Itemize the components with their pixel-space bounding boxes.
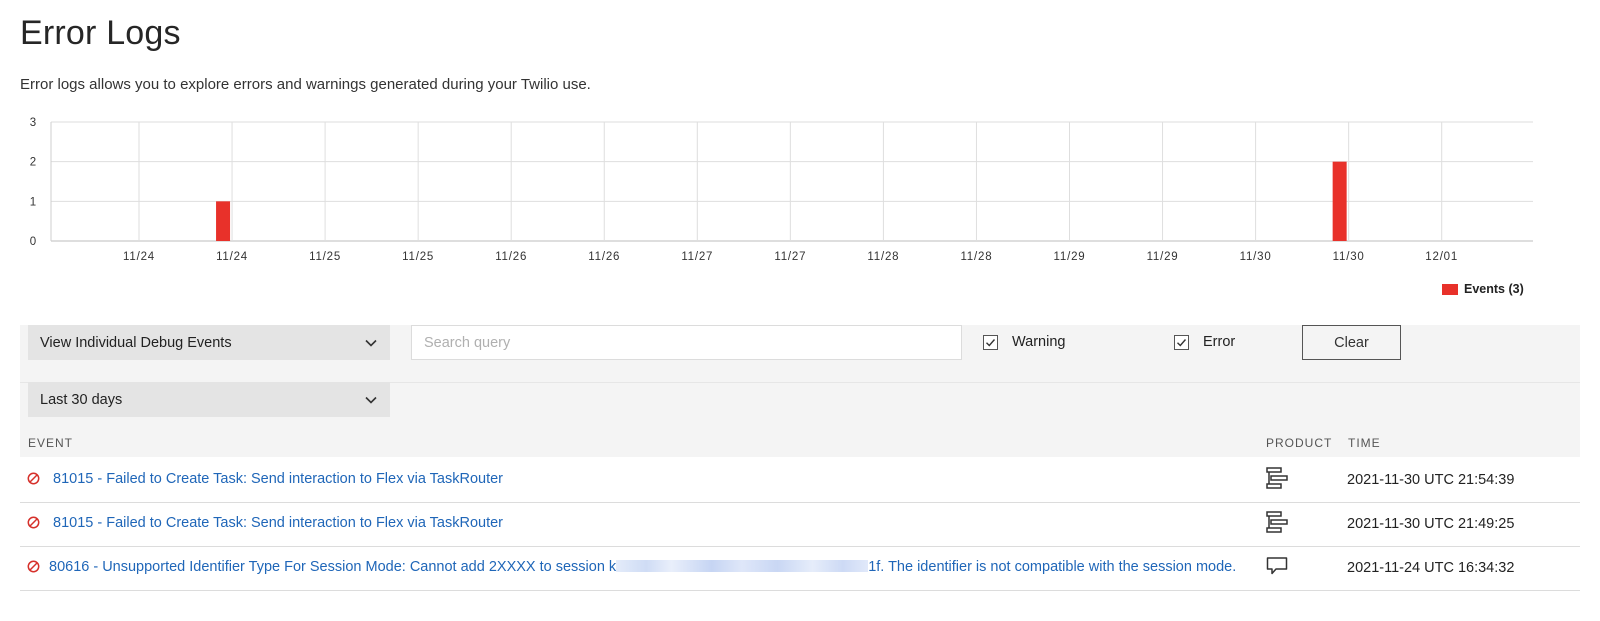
x-tick-label: 11/24 [216,251,248,263]
view-select-value: View Individual Debug Events [40,334,232,351]
x-tick-label: 11/25 [309,251,341,263]
chart-legend: Events (3) [1442,282,1524,296]
view-select[interactable]: View Individual Debug Events [28,325,390,360]
warning-label: Warning [1012,334,1066,350]
error-checkbox-box[interactable] [1174,334,1189,350]
filter-panel: View Individual Debug Events Warning Err… [20,325,1580,457]
chat-bubble-icon [1266,557,1288,575]
event-bar [1332,161,1347,241]
event-link[interactable]: 81015 - Failed to Create Task: Send inte… [53,515,503,531]
column-header-product: PRODUCT [1266,436,1333,450]
event-time: 2021-11-30 UTC 21:54:39 [1347,472,1515,488]
warning-checkbox[interactable]: Warning [983,334,1065,350]
x-tick-label: 12/01 [1425,251,1458,263]
x-tick-label: 11/29 [1147,251,1179,263]
chevron-down-icon [365,396,377,404]
x-tick-label: 11/26 [495,251,527,263]
x-tick-label: 11/27 [681,251,713,263]
x-tick-label: 11/29 [1054,251,1086,263]
chevron-down-icon [365,339,377,347]
taskrouter-icon [1266,511,1288,533]
error-icon [27,472,40,485]
table-row: 81015 - Failed to Create Task: Send inte… [20,503,1580,547]
taskrouter-icon [1266,467,1288,489]
table-row: 80616 - Unsupported Identifier Type For … [20,547,1580,591]
y-tick-label: 2 [30,157,36,169]
y-tick-label: 1 [30,196,36,208]
x-tick-label: 11/28 [960,251,992,263]
error-icon [27,560,40,573]
date-range-value: Last 30 days [40,391,123,408]
legend-label: Events (3) [1464,282,1524,296]
x-tick-label: 11/27 [774,251,806,263]
page-title: Error Logs [20,14,181,52]
table-row: 81015 - Failed to Create Task: Send inte… [20,459,1580,503]
x-tick-label: 11/24 [123,251,155,263]
page-subtitle: Error logs allows you to explore errors … [20,76,591,93]
x-tick-label: 11/30 [1240,251,1272,263]
error-checkbox[interactable]: Error [1174,334,1235,350]
event-text-suffix: 1f. The identifier is not compatible wit… [868,559,1237,575]
x-tick-label: 11/28 [867,251,899,263]
x-tick-label: 11/26 [588,251,620,263]
clear-button[interactable]: Clear [1302,325,1401,360]
event-time: 2021-11-30 UTC 21:49:25 [1347,516,1515,532]
events-chart: 0 1 2 3 11/24 11/24 11/25 11/25 11/26 11/26 11/27 1… [30,117,1533,263]
checkmark-icon [986,338,996,347]
error-icon [27,516,40,529]
x-tick-label: 11/25 [402,251,434,263]
error-label: Error [1203,334,1236,350]
y-tick-label: 0 [30,236,36,248]
warning-checkbox-box[interactable] [983,334,998,350]
legend-swatch [1442,283,1458,295]
x-tick-label: 11/30 [1333,251,1365,263]
column-header-event: EVENT [28,436,74,450]
event-time: 2021-11-24 UTC 16:34:32 [1347,560,1515,576]
redacted-session-id [616,560,869,572]
event-link[interactable]: 80616 - Unsupported Identifier Type For … [49,559,1236,575]
column-header-time: TIME [1348,436,1381,450]
event-bar [216,201,231,241]
y-tick-label: 3 [30,117,36,129]
date-range-select[interactable]: Last 30 days [28,382,390,417]
search-input[interactable] [411,325,962,360]
event-link[interactable]: 81015 - Failed to Create Task: Send inte… [53,471,503,487]
checkmark-icon [1177,338,1187,347]
error-logs-page: Error Logs Error logs allows you to expl… [0,0,1600,621]
event-text-prefix: 80616 - Unsupported Identifier Type For … [49,559,617,575]
